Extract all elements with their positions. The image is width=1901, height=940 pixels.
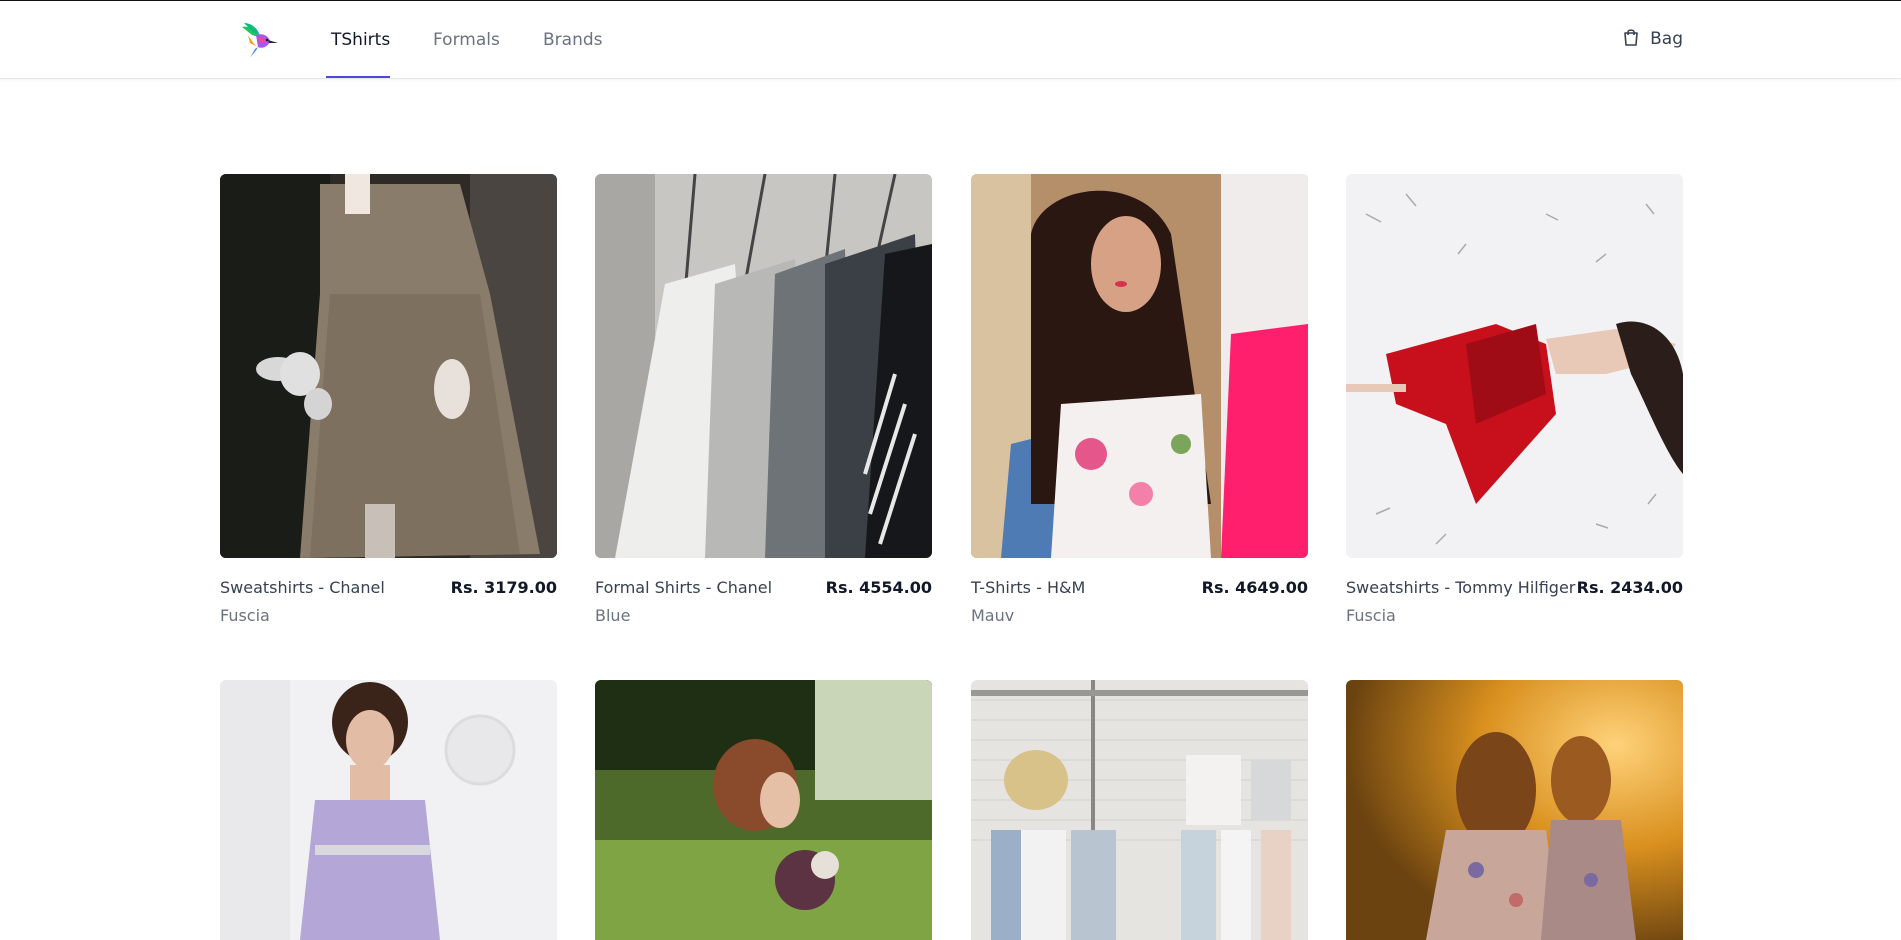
product-card[interactable]: Formal Shirts - Chanel Rs. 4554.00 Blue	[595, 174, 932, 625]
shopping-bag-icon	[1622, 27, 1640, 52]
product-name[interactable]: Sweatshirts - Tommy Hilfiger	[1346, 578, 1575, 597]
product-color: Fuscia	[220, 606, 270, 625]
product-card[interactable]: T-Shirts - H&M Rs. 4649.00 Mauv	[971, 174, 1308, 625]
product-card[interactable]: Sweatshirts - Tommy Hilfiger Rs. 2434.00…	[1346, 174, 1683, 625]
hummingbird-logo-icon[interactable]	[238, 21, 280, 59]
nav-link-tshirts[interactable]: TShirts	[331, 1, 390, 78]
product-price: Rs. 4554.00	[825, 578, 932, 597]
product-color: Fuscia	[1346, 606, 1396, 625]
product-price: Rs. 2434.00	[1576, 578, 1683, 597]
product-image[interactable]	[971, 174, 1308, 558]
product-card[interactable]	[595, 680, 932, 940]
product-name[interactable]: Formal Shirts - Chanel	[595, 578, 772, 597]
product-image[interactable]	[220, 680, 557, 940]
product-name[interactable]: T-Shirts - H&M	[971, 578, 1085, 597]
nav-link-formals[interactable]: Formals	[433, 1, 500, 78]
product-color: Blue	[595, 606, 631, 625]
product-image[interactable]	[595, 680, 932, 940]
product-color: Mauv	[971, 606, 1015, 625]
product-card[interactable]	[971, 680, 1308, 940]
bag-button[interactable]: Bag	[1622, 27, 1683, 51]
product-image[interactable]	[1346, 680, 1683, 940]
product-name[interactable]: Sweatshirts - Chanel	[220, 578, 385, 597]
product-card[interactable]	[1346, 680, 1683, 940]
product-image[interactable]	[595, 174, 932, 558]
product-image[interactable]	[220, 174, 557, 558]
active-tab-indicator	[326, 76, 390, 78]
top-navbar: TShirts Formals Brands Bag	[0, 1, 1901, 79]
product-image[interactable]	[1346, 174, 1683, 558]
bag-label: Bag	[1650, 29, 1683, 49]
nav-link-brands[interactable]: Brands	[543, 1, 603, 78]
product-card[interactable]: Sweatshirts - Chanel Rs. 3179.00 Fuscia	[220, 174, 557, 625]
product-price: Rs. 4649.00	[1201, 578, 1308, 597]
product-image[interactable]	[971, 680, 1308, 940]
product-price: Rs. 3179.00	[450, 578, 557, 597]
product-card[interactable]	[220, 680, 557, 940]
